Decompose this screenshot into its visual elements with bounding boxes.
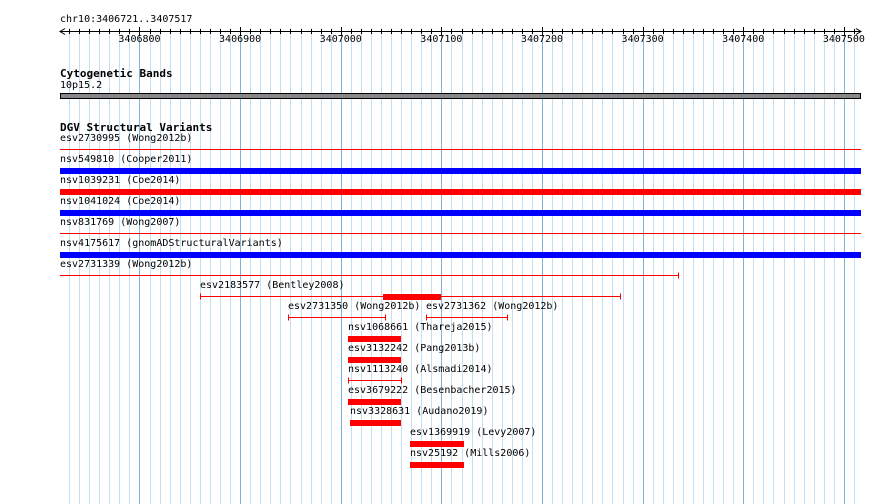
sv-feature-label[interactable]: nsv549810 (Cooper2011)	[60, 154, 192, 166]
sv-feature-label[interactable]: esv3679222 (Besenbacher2015)	[348, 385, 517, 397]
sv-feature-label[interactable]: nsv3328631 (Audano2019)	[350, 406, 488, 418]
sv-feature-label[interactable]: nsv831769 (Wong2007)	[60, 217, 180, 229]
sv-feature-bar[interactable]	[60, 189, 861, 195]
sv-feature-label[interactable]: nsv1068661 (Thareja2015)	[348, 322, 493, 334]
sv-feature-label[interactable]: nsv25192 (Mills2006)	[410, 448, 530, 460]
sv-feature-label[interactable]: esv2731362 (Wong2012b)	[426, 301, 558, 313]
sv-feature-label[interactable]: esv2183577 (Bentley2008)	[200, 280, 345, 292]
sv-feature-bar[interactable]	[348, 357, 401, 363]
sv-feature-label[interactable]: esv2731339 (Wong2012b)	[60, 259, 192, 271]
sv-feature-label[interactable]: esv1369919 (Levy2007)	[410, 427, 536, 439]
sv-feature-bar[interactable]	[60, 252, 861, 258]
sv-feature-bar[interactable]	[410, 462, 464, 468]
sv-feature-bar[interactable]	[350, 420, 401, 426]
sv-feature-bar[interactable]	[348, 399, 401, 405]
sv-feature-bar[interactable]	[348, 336, 401, 342]
sv-feature-label[interactable]: esv3132242 (Pang2013b)	[348, 343, 480, 355]
sv-feature-label[interactable]: nsv4175617 (gnomADStructuralVariants)	[60, 238, 283, 250]
sv-feature-bar[interactable]	[60, 210, 861, 216]
sv-feature-label[interactable]: nsv1039231 (Coe2014)	[60, 175, 180, 187]
sv-feature-bar[interactable]	[60, 168, 861, 174]
sv-feature-label[interactable]: nsv1113240 (Alsmadi2014)	[348, 364, 493, 376]
sv-feature-label[interactable]: esv2730995 (Wong2012b)	[60, 133, 192, 145]
sv-feature-bar[interactable]	[410, 441, 464, 447]
sv-feature-label[interactable]: esv2731350 (Wong2012b)	[288, 301, 420, 313]
sv-feature-label[interactable]: nsv1041024 (Coe2014)	[60, 196, 180, 208]
sv-feature-thick-segment[interactable]	[383, 294, 441, 300]
